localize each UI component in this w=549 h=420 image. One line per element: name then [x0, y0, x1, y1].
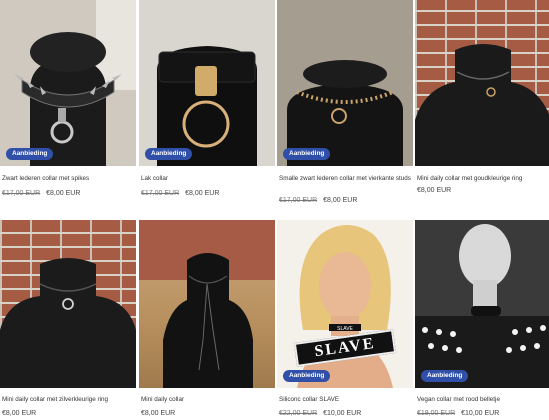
sale-price: €8,00 EUR — [185, 190, 220, 197]
product-card[interactable]: Aanbieding Zwart lederen collar met spik… — [0, 0, 136, 210]
product-title[interactable]: Smalle zwart lederen collar met vierkant… — [279, 174, 411, 183]
product-card[interactable]: Aanbieding Lak collar €17,00 EUR €8,00 EU… — [139, 0, 275, 210]
sale-badge: Aanbieding — [283, 147, 331, 160]
product-title[interactable]: Mini daily collar — [141, 395, 273, 404]
collar-photo — [139, 220, 275, 388]
old-price: €17,00 EUR — [141, 190, 180, 197]
product-card[interactable]: Mini daily collar met goudkleurige ring … — [415, 0, 549, 210]
old-price: €17,00 EUR — [279, 197, 318, 204]
collar-photo — [415, 220, 549, 388]
product-image[interactable] — [139, 220, 275, 388]
sale-price: €8,00 EUR — [2, 410, 37, 417]
old-price: €19,00 EUR — [417, 410, 456, 417]
product-card[interactable]: Mini daily collar met zilverkleurige rin… — [0, 220, 136, 420]
product-prices: €22,00 EUR €10,00 EUR — [279, 410, 361, 417]
collar-photo — [415, 44, 549, 166]
product-image[interactable] — [415, 0, 549, 166]
product-title[interactable]: Vegan collar met rood belletje — [417, 395, 549, 404]
sale-price: €10,00 EUR — [461, 410, 500, 417]
collar-photo — [139, 0, 275, 166]
product-card[interactable]: Mini daily collar €8,00 EUR — [139, 220, 275, 420]
product-image[interactable]: Aanbieding — [139, 0, 275, 166]
product-image[interactable]: Aanbieding — [415, 220, 549, 388]
product-title[interactable]: Zwart lederen collar met spikes — [2, 174, 134, 183]
sale-price: €8,00 EUR — [141, 410, 176, 417]
collar-photo — [277, 0, 413, 166]
product-card[interactable]: SLAVE SLAVE Aanbieding Siliconc collar S… — [277, 220, 413, 420]
product-card[interactable]: Aanbieding Smalle zwart lederen collar m… — [277, 0, 413, 210]
product-image[interactable] — [0, 220, 136, 388]
product-prices: €8,00 EUR — [141, 410, 175, 417]
sale-price: €8,00 EUR — [46, 190, 81, 197]
product-title[interactable]: Siliconc collar SLAVE — [279, 395, 411, 404]
product-title[interactable]: Lak collar — [141, 174, 273, 183]
sale-badge: Aanbieding — [145, 147, 193, 160]
product-prices: €17,00 EUR €8,00 EUR — [141, 190, 219, 197]
old-price: €17,00 EUR — [2, 190, 41, 197]
product-grid: Aanbieding Zwart lederen collar met spik… — [0, 0, 549, 420]
sale-badge: Aanbieding — [283, 369, 331, 382]
sale-price: €8,00 EUR — [417, 187, 452, 194]
product-prices: €8,00 EUR — [417, 187, 451, 194]
product-prices: €19,00 EUR €10,00 EUR — [417, 410, 499, 417]
product-card[interactable]: Aanbieding Vegan collar met rood belletj… — [415, 220, 549, 420]
collar-photo — [0, 0, 136, 166]
sale-badge: Aanbieding — [6, 147, 54, 160]
product-title[interactable]: Mini daily collar met zilverkleurige rin… — [2, 395, 134, 404]
product-image[interactable]: SLAVE SLAVE Aanbieding — [277, 220, 413, 388]
product-image[interactable]: Aanbieding — [0, 0, 136, 166]
product-title[interactable]: Mini daily collar met goudkleurige ring — [417, 174, 549, 183]
product-prices: €17,00 EUR €8,00 EUR — [2, 190, 80, 197]
sale-price: €8,00 EUR — [323, 197, 358, 204]
sale-price: €10,00 EUR — [323, 410, 362, 417]
product-image[interactable]: Aanbieding — [277, 0, 413, 166]
collar-photo — [0, 258, 136, 388]
slave-tag-small: SLAVE — [337, 326, 353, 332]
product-prices: €17,00 EUR €8,00 EUR — [279, 197, 357, 204]
sale-badge: Aanbieding — [421, 369, 469, 382]
product-prices: €8,00 EUR — [2, 410, 36, 417]
old-price: €22,00 EUR — [279, 410, 318, 417]
